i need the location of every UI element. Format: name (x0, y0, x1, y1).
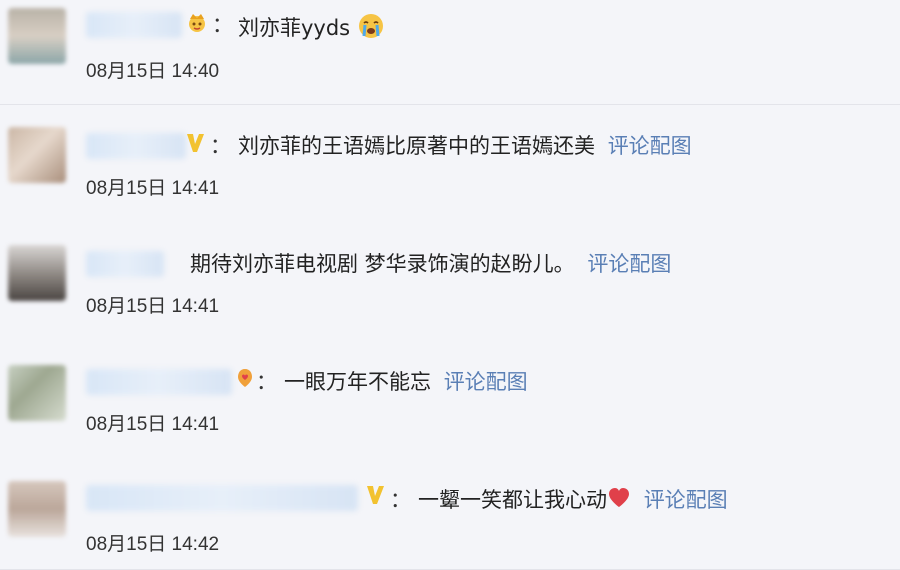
comment-list: ： 刘亦菲yyds 08月15日 14:40 ： 刘亦菲的王语嫣比原著中的王语嫣… (0, 0, 900, 570)
comment-item: 期待刘亦菲电视剧 梦华录饰演的赵盼儿。 评论配图 08月15日 14:41 (0, 223, 900, 342)
comment-text: 一颦一笑都让我心动 评论配图 (418, 487, 728, 515)
crown-icon (186, 10, 208, 34)
comment-text: 期待刘亦菲电视剧 梦华录饰演的赵盼儿。 评论配图 (190, 251, 671, 277)
username-blurred[interactable] (86, 12, 182, 38)
comment-image-link[interactable]: 评论配图 (587, 252, 671, 276)
comment-time: 08月15日 14:41 (86, 296, 220, 317)
comment-time: 08月15日 14:40 (86, 61, 220, 82)
username-blurred[interactable] (86, 369, 232, 395)
comment-image-link[interactable]: 评论配图 (644, 488, 728, 512)
avatar[interactable] (8, 8, 66, 64)
crying-emoji (357, 12, 385, 46)
colon: ： (390, 488, 411, 512)
comment-text-content: 一颦一笑都让我心动 (418, 488, 607, 512)
comment-text: 一眼万年不能忘 评论配图 (284, 369, 528, 395)
avatar[interactable] (8, 245, 66, 301)
verified-v-icon (364, 483, 386, 507)
comment-time: 08月15日 14:41 (86, 178, 220, 199)
avatar[interactable] (8, 127, 66, 183)
avatar[interactable] (8, 365, 66, 421)
username-blurred[interactable] (86, 251, 164, 277)
comment-text: 刘亦菲yyds (238, 12, 385, 46)
comment-image-link[interactable]: 评论配图 (444, 370, 528, 394)
comment-text-content: 一眼万年不能忘 (284, 370, 431, 394)
comment-time: 08月15日 14:41 (86, 414, 220, 435)
colon: ： (210, 134, 231, 158)
username-blurred[interactable] (86, 485, 358, 511)
comment-text-content: 期待刘亦菲电视剧 梦华录饰演的赵盼儿。 (190, 252, 575, 276)
comment-item: ： 刘亦菲的王语嫣比原著中的王语嫣还美 评论配图 08月15日 14:41 (0, 105, 900, 224)
username-blurred[interactable] (86, 133, 186, 159)
comment-item: ： 刘亦菲yyds 08月15日 14:40 (0, 0, 900, 105)
comment-image-link[interactable]: 评论配图 (608, 134, 692, 158)
colon: ： (212, 13, 233, 37)
colon: ： (256, 370, 277, 394)
comment-time: 08月15日 14:42 (86, 534, 220, 555)
red-heart-emoji (607, 487, 631, 515)
verified-v-icon (184, 131, 206, 155)
comment-text: 刘亦菲的王语嫣比原著中的王语嫣还美 评论配图 (238, 133, 692, 159)
heart-badge-icon (234, 367, 256, 391)
comment-item: ： 一眼万年不能忘 评论配图 08月15日 14:41 (0, 341, 900, 460)
comment-text-content: 刘亦菲yyds (238, 16, 351, 40)
comment-text-content: 刘亦菲的王语嫣比原著中的王语嫣还美 (238, 134, 595, 158)
comment-item: ： 一颦一笑都让我心动 评论配图 08月15日 14:42 (0, 459, 900, 570)
avatar[interactable] (8, 481, 66, 537)
